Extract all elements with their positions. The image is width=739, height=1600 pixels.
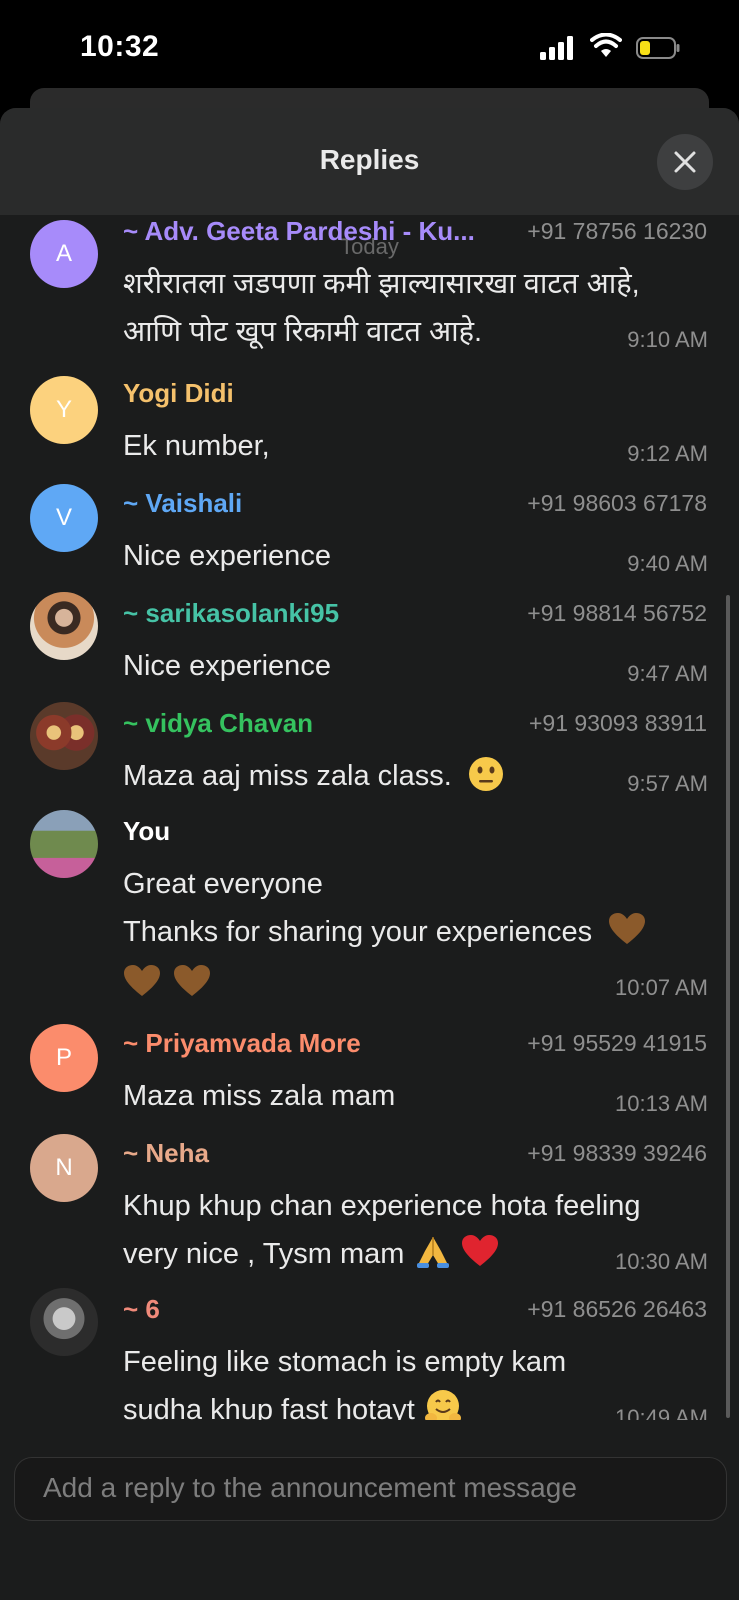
message-text: शरीरातला जडपणा कमी झाल्यासारखा वाटत आहे,… [123, 260, 708, 364]
message-line: Nice experience [123, 540, 331, 572]
message-item[interactable]: Y Yogi Didi Ek number, 9:12 AM [0, 376, 739, 468]
avatar: V [30, 484, 98, 552]
sender-name: ~ 6 [123, 1294, 160, 1324]
message-line-wrap: Ek number, 9:12 AM [123, 422, 708, 470]
message-text: Nice experience 9:47 AM [123, 642, 708, 698]
message-line: Feeling like stomach is empty kam [123, 1346, 567, 1378]
message-item[interactable]: ~ 6 +91 86526 26463 Feeling like stomach… [0, 1288, 739, 1434]
brown-heart-icon [124, 965, 160, 997]
message-line: Great everyone [123, 868, 323, 900]
message-line-wrap: 10:07 AM [123, 956, 708, 1004]
message-text: Great everyone Thanks for sharing your e… [123, 860, 708, 1012]
sheet-header: Replies [0, 108, 739, 215]
sender-name: Yogi Didi [123, 378, 234, 408]
avatar: N [30, 1134, 98, 1202]
message-line-wrap: Maza miss zala mam 10:13 AM [123, 1072, 708, 1120]
message-text: Ek number, 9:12 AM [123, 422, 708, 478]
sender-phone: +91 98814 56752 [527, 600, 707, 626]
message-line: Thanks for sharing your experiences [123, 916, 593, 948]
message-item[interactable]: A ~ Adv. Geeta Pardeshi - Ku... +91 7875… [0, 216, 739, 356]
avatar: Y [30, 376, 98, 444]
message-time: 9:57 AM [627, 771, 708, 796]
folded-hands-icon [416, 1237, 449, 1269]
neutral-face-emoji-icon [468, 757, 503, 792]
sender-phone: +91 95529 41915 [527, 1030, 707, 1056]
message-line: Maza aaj miss zala class. [123, 760, 452, 792]
avatar [30, 810, 98, 878]
sender-phone: +91 93093 83911 [528, 710, 707, 736]
sheet-title: Replies [319, 144, 420, 175]
message-time: 10:13 AM [615, 1091, 708, 1116]
message-time: 9:47 AM [627, 661, 708, 686]
sender-phone: +91 78756 16230 [527, 218, 707, 244]
sender-name: ~ sarikasolanki95 [123, 598, 340, 628]
message-line-wrap: very nice , Tysm mam 10:30 AM [123, 1230, 708, 1278]
red-heart-icon [461, 1235, 498, 1267]
sender-phone: +91 98603 67178 [527, 490, 707, 516]
avatar: A [30, 220, 98, 288]
brown-heart-icon [609, 913, 646, 945]
message-line-wrap: Nice experience 9:47 AM [123, 642, 708, 690]
sender-phone: +91 86526 26463 [527, 1296, 707, 1322]
message-time: 9:40 AM [627, 551, 708, 576]
reply-input[interactable]: Add a reply to the announcement message [14, 1457, 727, 1521]
sender-name: ~ Priyamvada More [123, 1028, 361, 1058]
sender-name: ~ Vaishali [123, 488, 243, 518]
message-item[interactable]: V ~ Vaishali +91 98603 67178 Nice experi… [0, 484, 739, 578]
replies-sheet: Replies Today A ~ Adv. Geeta Pardeshi - … [0, 108, 739, 1600]
status-time: 10:32 [80, 30, 160, 63]
message-item[interactable]: N ~ Neha +91 98339 39246 Khup khup chan … [0, 1134, 739, 1278]
avatar [30, 1288, 98, 1356]
close-icon [674, 151, 696, 173]
message-line-wrap: Thanks for sharing your experiences [123, 908, 708, 956]
status-bar: 10:32 [0, 0, 739, 100]
message-item[interactable]: ~ vidya Chavan +91 93093 83911 Maza aaj … [0, 702, 739, 798]
avatar [30, 592, 98, 660]
message-time: 10:07 AM [615, 975, 708, 1000]
message-line: शरीरातला जडपणा कमी झाल्यासारखा वाटत आहे, [123, 268, 640, 300]
avatar [30, 702, 98, 770]
message-line: आणि पोट खूप रिकामी वाटत आहे. [123, 316, 483, 348]
sender-name: ~ Neha [123, 1138, 209, 1168]
message-line: Maza miss zala mam [123, 1080, 396, 1112]
message-time: 10:30 AM [615, 1249, 708, 1274]
message-line: Ek number, [123, 430, 270, 462]
message-text: Khup khup chan experience hota feeling v… [123, 1182, 708, 1286]
reply-input-placeholder: Add a reply to the announcement message [43, 1472, 577, 1503]
battery-icon [636, 37, 680, 59]
message-line-wrap: Maza aaj miss zala class. 9:57 AM [123, 752, 708, 800]
sender-phone: +91 98339 39246 [527, 1140, 707, 1166]
avatar: P [30, 1024, 98, 1092]
message-line: very nice , Tysm mam [123, 1238, 405, 1270]
message-text: Maza aaj miss zala class. 9:57 AM [123, 752, 708, 808]
message-text: Nice experience 9:40 AM [123, 532, 708, 588]
sender-name: You [123, 816, 171, 846]
message-time: 9:10 AM [627, 327, 708, 352]
wifi-icon [590, 33, 622, 57]
sender-name: ~ vidya Chavan [123, 708, 314, 738]
message-line-wrap: आणि पोट खूप रिकामी वाटत आहे. 9:10 AM [123, 308, 708, 356]
sender-name: ~ Adv. Geeta Pardeshi - Ku... [123, 216, 475, 246]
message-line: Nice experience [123, 650, 331, 682]
close-button[interactable] [657, 134, 713, 190]
message-item[interactable]: You Great everyone Thanks for sharing yo… [0, 810, 739, 1006]
message-item[interactable]: P ~ Priyamvada More +91 95529 41915 Maza… [0, 1024, 739, 1118]
signal-icon [540, 36, 578, 60]
message-text: Maza miss zala mam 10:13 AM [123, 1072, 708, 1128]
message-line: Khup khup chan experience hota feeling [123, 1190, 641, 1222]
message-item[interactable]: ~ sarikasolanki95 +91 98814 56752 Nice e… [0, 592, 739, 688]
message-line-wrap: Nice experience 9:40 AM [123, 532, 708, 580]
message-time: 9:12 AM [627, 441, 708, 466]
brown-heart-icon [174, 965, 211, 997]
scrollbar[interactable] [726, 595, 730, 1418]
